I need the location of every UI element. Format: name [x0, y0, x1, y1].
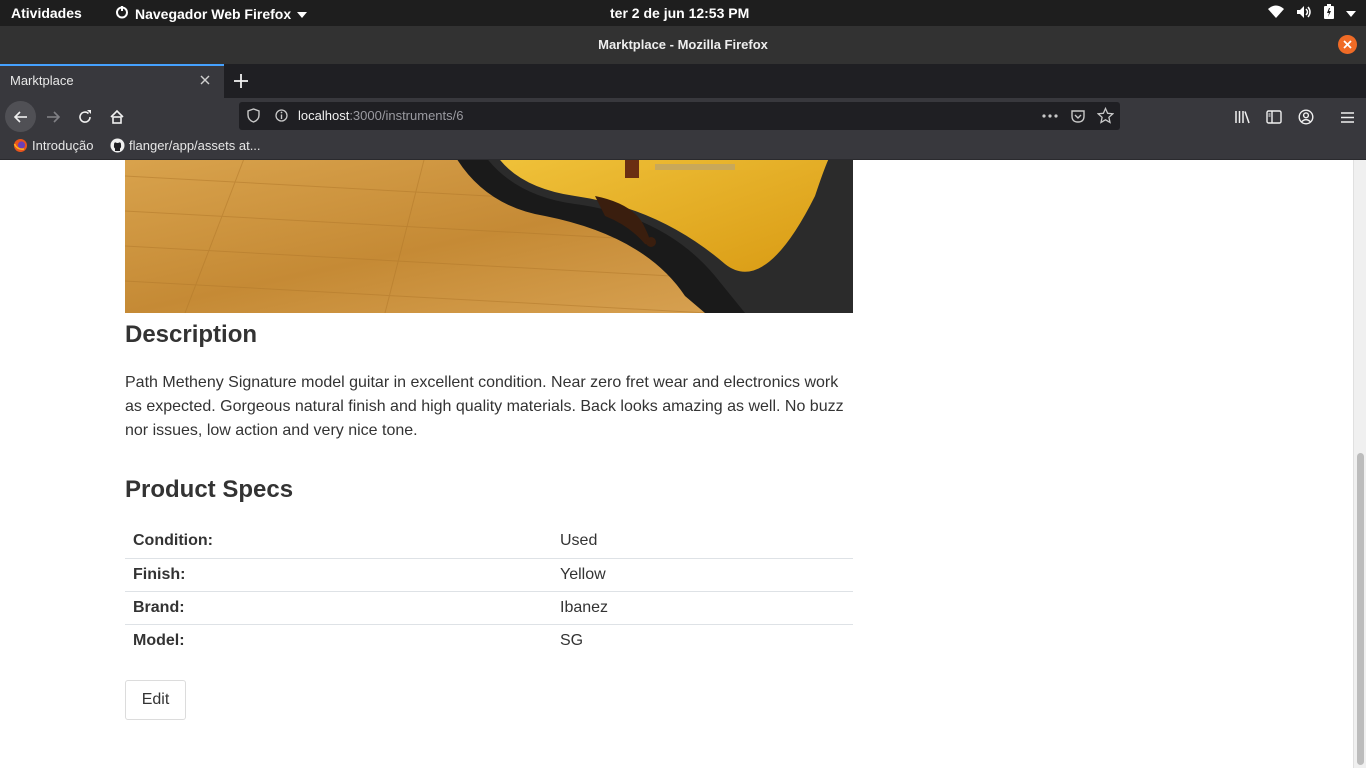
app-menu-label: Navegador Web Firefox: [135, 5, 292, 22]
arrow-right-icon: [47, 111, 61, 123]
open-menu-button[interactable]: [1333, 103, 1361, 131]
firefox-icon: [13, 139, 27, 152]
home-icon: [110, 109, 124, 124]
tab-label: Marktplace: [10, 73, 74, 88]
table-row: Model: SG: [125, 623, 853, 657]
table-row: Condition: Used: [125, 525, 853, 558]
reload-icon: [79, 110, 91, 123]
battery-icon: [1324, 4, 1334, 22]
page-content: Description Path Metheny Signature model…: [0, 160, 1366, 768]
home-button[interactable]: [103, 103, 131, 131]
clock[interactable]: ter 2 de jun 12:53 PM: [610, 5, 749, 21]
close-icon: [1343, 40, 1352, 49]
library-button[interactable]: [1228, 103, 1256, 131]
bookmarks-toolbar: Introdução flanger/app/assets at...: [0, 136, 1366, 160]
app-menu[interactable]: Navegador Web Firefox: [115, 5, 308, 22]
account-button[interactable]: [1292, 103, 1320, 131]
description-heading: Description: [125, 321, 258, 348]
bookmark-introducao[interactable]: Introdução: [13, 138, 93, 153]
spec-value: Used: [560, 532, 598, 550]
url-bar[interactable]: localhost:3000/instruments/6: [239, 102, 1120, 130]
bookmark-label: flanger/app/assets at...: [129, 138, 261, 153]
product-specs-table: Condition: Used Finish: Yellow Brand: Ib…: [125, 525, 853, 657]
new-tab-button[interactable]: [230, 70, 252, 92]
tab-strip: Marktplace: [0, 64, 1366, 98]
spec-value: Ibanez: [552, 590, 853, 624]
page-scrollbar[interactable]: [1353, 160, 1366, 768]
spec-value: Yellow: [552, 557, 853, 591]
library-icon: [1234, 111, 1250, 124]
spec-value: SG: [552, 623, 853, 657]
url-path: :3000/instruments/6: [349, 108, 464, 123]
navigation-toolbar: localhost:3000/instruments/6: [0, 98, 1366, 136]
forward-button[interactable]: [39, 103, 67, 131]
bookmark-label: Introdução: [32, 138, 94, 153]
shield-icon[interactable]: [247, 108, 260, 128]
chevron-down-icon: [1346, 5, 1356, 21]
page-actions-icon[interactable]: [1041, 108, 1059, 129]
tab-marktplace[interactable]: Marktplace: [0, 64, 224, 98]
system-top-bar: Atividades Navegador Web Firefox ter 2 d…: [0, 0, 1366, 26]
sidebar-button[interactable]: [1260, 103, 1288, 131]
edit-button[interactable]: Edit: [125, 680, 186, 720]
github-icon: [110, 138, 125, 153]
close-tab-icon[interactable]: [199, 74, 211, 89]
spec-label: Model:: [125, 623, 552, 657]
product-specs-heading: Product Specs: [125, 476, 294, 503]
close-window-button[interactable]: [1338, 35, 1357, 54]
url-text[interactable]: localhost:3000/instruments/6: [298, 108, 464, 123]
spec-label: Finish:: [125, 557, 552, 591]
hamburger-menu-icon: [1340, 111, 1354, 123]
power-icon: [115, 5, 129, 22]
wifi-icon: [1268, 5, 1284, 22]
reload-button[interactable]: [71, 103, 99, 131]
description-text: Path Metheny Signature model guitar in e…: [125, 374, 844, 439]
table-row: Brand: Ibanez: [125, 590, 853, 624]
scrollbar-thumb[interactable]: [1357, 453, 1364, 765]
info-icon[interactable]: [275, 109, 288, 127]
star-bookmark-icon[interactable]: [1096, 106, 1115, 129]
spec-label: Brand:: [125, 590, 552, 624]
account-icon: [1298, 109, 1314, 125]
plus-icon: [234, 74, 248, 88]
volume-icon: [1296, 5, 1312, 22]
instrument-photo: [125, 160, 853, 313]
activities-button[interactable]: Atividades: [11, 5, 82, 21]
pocket-icon[interactable]: [1070, 108, 1086, 129]
arrow-left-icon: [13, 110, 27, 123]
window-title: Marktplace - Mozilla Firefox: [598, 37, 768, 52]
bookmark-flanger[interactable]: flanger/app/assets at...: [110, 138, 261, 153]
sidebar-icon: [1266, 110, 1282, 124]
url-host: localhost: [298, 108, 350, 123]
table-row: Finish: Yellow: [125, 557, 853, 591]
window-titlebar[interactable]: Marktplace - Mozilla Firefox: [0, 26, 1366, 64]
system-tray[interactable]: [1268, 4, 1356, 22]
back-button[interactable]: [5, 101, 36, 132]
chevron-down-icon: [297, 6, 308, 22]
spec-label: Condition:: [133, 532, 213, 550]
